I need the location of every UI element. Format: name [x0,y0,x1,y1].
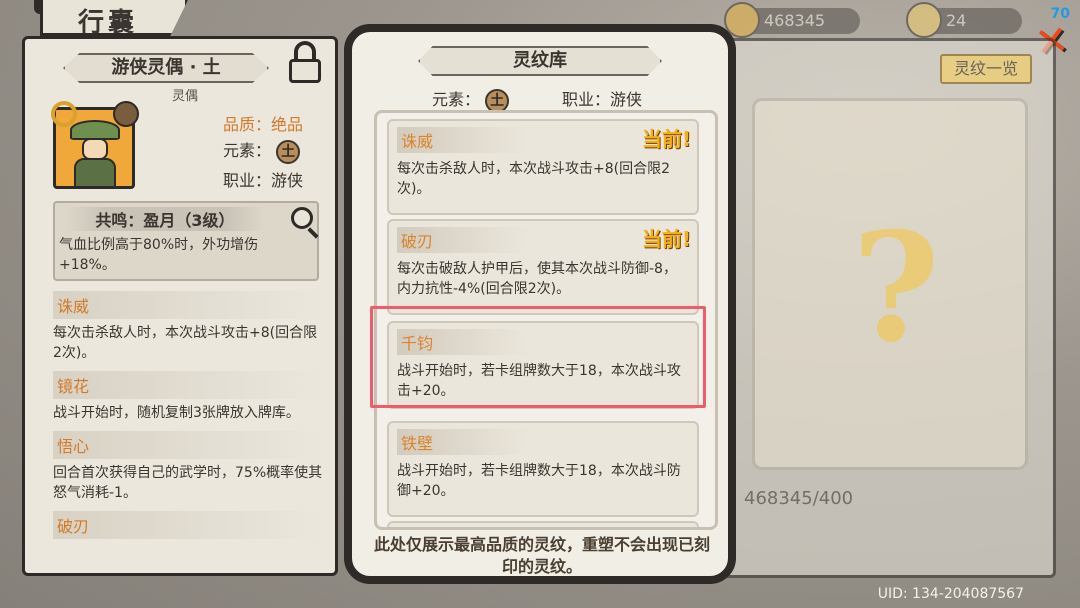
lock-icon[interactable] [289,41,323,85]
current-badge: 当前! [641,227,691,251]
resonance-title: 共鸣：盈月（3级） [65,207,265,231]
question-mark-icon: ? [852,200,940,376]
gem-icon [906,2,942,38]
skill-item: 镜花 战斗开始时，随机复制3张牌放入牌库。 [53,371,323,423]
modal-title: 灵纹库 [418,46,662,76]
rune-name: 千钧 [397,329,617,355]
element-row: 元素： 土 [223,137,301,164]
job-filter: 职业：游侠 [562,86,642,110]
currency-display-2: 24 [906,2,1022,38]
currency-value-2: 24 [946,11,967,30]
footnote: 此处仅展示最高品质的灵纹，重塑不会出现已刻印的灵纹。 [373,535,710,576]
earth-element-icon: 土 [276,139,301,164]
quality-row: 品质：绝品 [223,111,303,135]
rune-card[interactable]: 诛威 每次击杀敌人时，本次战斗攻击+8(回合限2次)。 当前! [387,119,699,215]
skill-name: 诛威 [53,291,323,319]
filter-job-label: 职业： [562,90,611,109]
ring-icon [51,101,77,127]
rune-card[interactable]: 破刃 每次击破敌人护甲后，使其本次战斗防御-8，内力抗性-4%(回合限2次)。 … [387,219,699,315]
skill-desc: 战斗开始时，随机复制3张牌放入牌库。 [53,405,300,421]
skill-name: 镜花 [53,371,323,399]
character-name: 游侠灵偶 · 土 [63,53,269,83]
rune-name: 破刃 [397,227,617,253]
element-label: 元素： [223,141,272,160]
currency-value-1: 468345 [764,11,826,30]
job-value: 游侠 [271,171,304,190]
rune-desc: 战斗开始时，若卡组牌数大于18，本次战斗防御+20。 [397,463,681,499]
rune-list[interactable]: 诛威 每次击杀敌人时，本次战斗攻击+8(回合限2次)。 当前! 破刃 每次击破敌… [374,110,718,530]
skill-desc: 回合首次获得自己的武学时，75%概率使其怒气消耗-1。 [53,465,323,501]
current-badge: 当前! [641,127,691,151]
job-row: 职业：游侠 [223,167,303,191]
rune-desc: 每次击杀敌人时，本次战斗攻击+8(回合限2次)。 [397,161,671,197]
filter-element-label: 元素： [432,90,481,109]
rune-card[interactable]: 千钧 战斗开始时，若卡组牌数大于18，本次战斗攻击+20。 [387,321,699,409]
filter-job-value: 游侠 [610,90,643,109]
skill-item: 诛威 每次击杀敌人时，本次战斗攻击+8(回合限2次)。 [53,291,323,363]
skill-desc: 每次击杀敌人时，本次战斗攻击+8(回合限2次)。 [53,325,318,361]
skill-name: 悟心 [53,431,323,459]
rune-overview-button[interactable]: 灵纹一览 [940,54,1032,84]
earth-element-icon: 土 [485,88,510,113]
rune-card[interactable]: 铁壁 战斗开始时，若卡组牌数大于18，本次战斗防御+20。 [387,421,699,517]
character-type: 灵偶 [171,89,198,104]
rune-name: 诛威 [397,127,617,153]
quality-label: 品质： [223,115,272,134]
uid-label: UID: 134-204087567 [877,586,1024,602]
page-title: 行囊 [78,8,139,38]
currency-display-1: 468345 [724,2,860,38]
resonance-box: 共鸣：盈月（3级） 气血比例高于80%时，外功增伤+18%。 [53,201,319,281]
skill-item: 破刃 [53,511,323,539]
rune-cost: 468345/400 [744,488,854,509]
skill-name: 破刃 [53,511,323,539]
rune-card[interactable] [387,521,699,527]
character-panel: 游侠灵偶 · 土 灵偶 品质：绝品 元素： 土 职业：游侠 共鸣：盈月（3级） … [22,36,338,576]
magnifier-icon[interactable] [287,203,321,239]
rune-name: 铁壁 [397,429,617,455]
rune-desc: 战斗开始时，若卡组牌数大于18，本次战斗攻击+20。 [397,363,681,399]
element-filter: 元素： 土 [432,86,510,113]
rune-desc: 每次击破敌人护甲后，使其本次战斗防御-8，内力抗性-4%(回合限2次)。 [397,261,677,297]
quality-value: 绝品 [271,115,304,134]
skill-list: 诛威 每次击杀敌人时，本次战斗攻击+8(回合限2次)。 镜花 战斗开始时，随机复… [53,291,323,547]
rune-library-modal: 灵纹库 元素： 土 职业：游侠 诛威 每次击杀敌人时，本次战斗攻击+8(回合限2… [344,24,736,584]
resonance-desc: 气血比例高于80%时，外功增伤+18%。 [59,237,259,273]
medal-icon [113,101,139,127]
job-label: 职业： [223,171,272,190]
skill-item: 悟心 回合首次获得自己的武学时，75%概率使其怒气消耗-1。 [53,431,323,503]
